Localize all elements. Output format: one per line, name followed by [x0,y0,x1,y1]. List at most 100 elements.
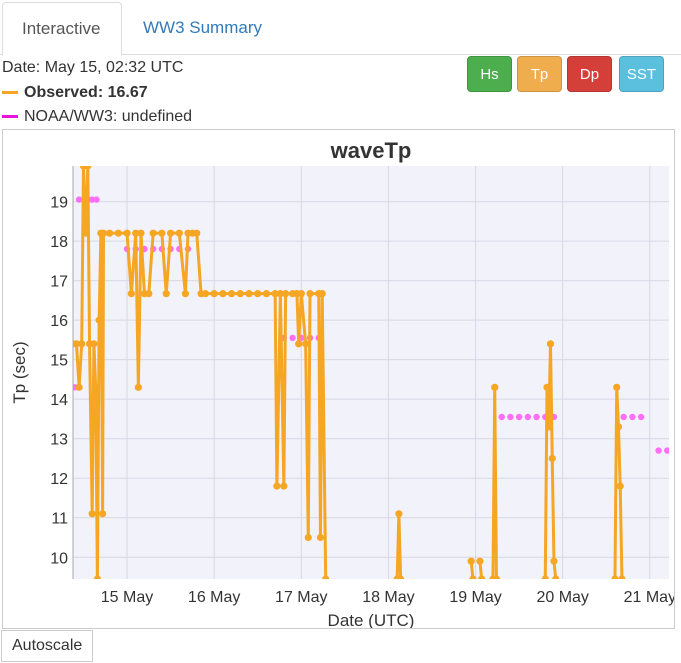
model-point [533,413,540,421]
model-legend-line [2,115,18,119]
observed-point [476,557,484,565]
x-tick-label: 16 May [188,589,240,606]
observed-point [548,454,556,463]
model-point [289,334,296,342]
model-point [93,196,100,203]
observed-point [90,340,98,348]
observed-point [137,229,145,237]
chart-title: waveTp [330,138,412,163]
observed-point [123,229,131,237]
observed-point [550,557,558,565]
observed-point [302,340,310,348]
x-tick-label: 20 May [536,589,588,606]
observed-point [318,290,326,298]
tp-button[interactable]: Tp [517,56,562,92]
y-tick-label: 16 [50,313,68,330]
model-point [498,413,505,421]
sst-button[interactable]: SST [619,56,664,92]
observed-value: Observed: 16.67 [24,84,148,101]
observed-point [84,166,92,170]
tab-ww3-summary[interactable]: WW3 Summary [124,2,281,54]
model-point [75,196,83,203]
observed-point [611,575,619,579]
observed-point [616,482,624,490]
y-tick-label: 12 [50,471,68,488]
observed-point [134,383,142,391]
observed-point [82,229,90,237]
observed-point [545,423,553,431]
observed-point [467,557,475,565]
y-tick-label: 11 [51,511,68,528]
y-tick-label: 15 [50,353,68,370]
y-tick-label: 10 [50,550,68,567]
observed-point [219,290,227,298]
model-point [524,413,532,421]
observed-point [395,510,403,518]
observed-point [492,575,501,579]
observed-point [114,229,122,237]
y-tick-label: 19 [50,195,68,212]
observed-point [254,290,262,298]
observed-point [546,340,555,348]
model-point [629,413,636,421]
x-tick-label: 21 May [624,589,674,606]
observed-point [158,229,166,237]
observed-point [149,229,157,237]
x-tick-label: 17 May [275,589,327,606]
autoscale-button[interactable]: Autoscale [1,630,94,662]
observed-point [322,575,330,579]
tab-interactive[interactable]: Interactive [2,2,122,56]
observed-point [541,575,549,579]
observed-point [262,290,271,298]
x-tick-label: 19 May [449,589,501,606]
model-legend: NOAA/WW3: undefined [2,108,192,126]
y-tick-label: 18 [50,234,68,251]
observed-point [469,575,477,579]
observed-point [306,290,314,298]
observed-point [491,383,499,391]
observed-point [316,533,325,542]
model-point [655,447,662,454]
observed-point [613,383,621,391]
observed-point [193,229,201,237]
observed-point [145,290,153,298]
observed-point [543,383,551,391]
x-tick-label: 15 May [101,589,153,606]
model-value: NOAA/WW3: undefined [24,108,193,125]
y-tick-label: 17 [50,274,68,291]
hs-button[interactable]: Hs [467,56,512,92]
observed-point [227,290,236,298]
observed-point [280,482,288,490]
model-point [620,413,627,421]
observed-legend: Observed: 16.67 [2,84,148,102]
model-point [664,447,669,454]
observed-point [75,383,83,391]
date-readout: Date: May 15, 02:32 UTC [2,59,184,76]
observed-point [245,290,253,298]
observed-line [491,385,498,579]
observed-point [273,482,281,490]
observed-point [93,575,101,579]
wave-tp-chart[interactable]: 10 11 12 13 14 15 16 17 18 19 15 May 16 May 17 May 18… [3,130,676,630]
observed-point [95,316,103,324]
observed-point [210,290,218,298]
model-point [637,413,645,421]
y-axis-label: Tp (sec) [10,341,29,403]
dp-button[interactable]: Dp [567,56,612,92]
x-tick-label: 18 May [362,589,414,606]
observed-point [175,229,183,237]
x-axis-label: Date (UTC) [328,611,415,628]
observed-point [201,290,210,298]
observed-point [88,510,96,518]
observed-point [304,533,312,542]
observed-point [552,575,560,579]
observed-point [295,340,303,348]
model-point [515,413,523,421]
tab-bar: Interactive WW3 Summary [0,0,681,56]
observed-line [395,512,403,579]
observed-point [162,290,170,298]
observed-point [236,290,244,298]
observed-point [78,340,86,348]
observed-legend-line [2,91,18,95]
observed-point [614,423,623,431]
